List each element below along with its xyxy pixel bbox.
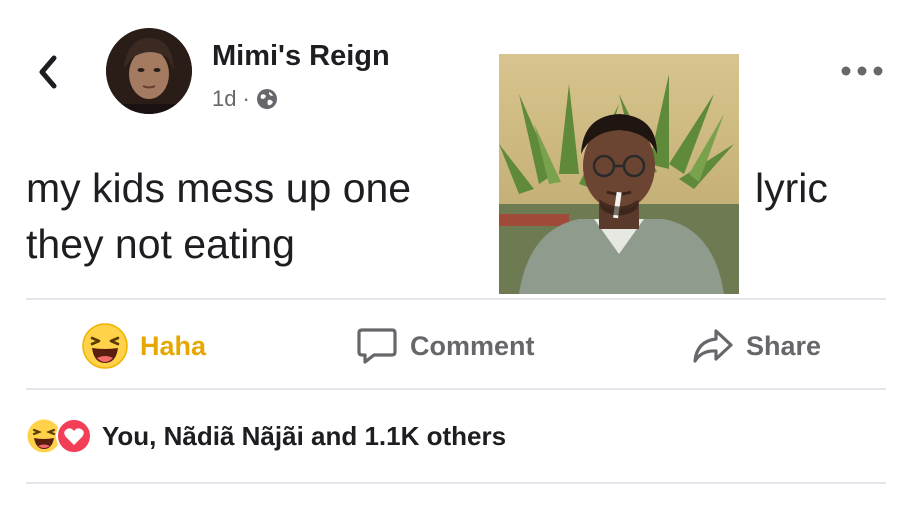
share-button[interactable]: Share — [692, 320, 821, 372]
overlay-photo — [499, 54, 739, 294]
post-text-line1-tail: lyric — [755, 165, 828, 211]
post-text-line1: my kids mess up one — [26, 165, 412, 211]
meta-separator: · — [242, 86, 250, 111]
chevron-left-icon — [39, 55, 57, 89]
comment-button[interactable]: Comment — [356, 320, 535, 372]
share-label: Share — [746, 330, 822, 361]
reactions-row[interactable]: You, Nãdiã Nãjãi and 1.1K others — [26, 414, 506, 458]
share-icon — [693, 329, 733, 363]
comment-label: Comment — [410, 330, 535, 361]
back-button[interactable] — [28, 52, 68, 92]
divider-top — [26, 298, 886, 300]
post-text: my kids mess up one they not eating — [26, 160, 411, 272]
post-timestamp[interactable]: 1d — [212, 86, 236, 112]
comment-icon — [357, 328, 397, 364]
reaction-icons — [26, 418, 92, 454]
haha-button[interactable]: Haha — [82, 320, 206, 372]
post-page: Mimi's Reign 1d · my kids mess up one th… — [0, 0, 910, 519]
author-name[interactable]: Mimi's Reign — [212, 40, 390, 73]
post-text-line2: they not eating — [26, 221, 295, 267]
avatar[interactable] — [106, 28, 192, 114]
divider-bottom — [26, 482, 886, 484]
divider-middle — [26, 388, 886, 390]
haha-emoji-icon — [82, 323, 128, 369]
globe-icon — [256, 89, 277, 109]
more-options-button[interactable] — [836, 56, 888, 86]
love-reaction-icon — [56, 418, 92, 454]
more-options-icon — [841, 66, 883, 76]
post-meta: 1d · — [212, 86, 278, 112]
photo-image — [499, 54, 739, 294]
haha-label: Haha — [140, 330, 207, 361]
reaction-summary[interactable]: You, Nãdiã Nãjãi and 1.1K others — [102, 421, 506, 452]
avatar-image — [106, 28, 192, 114]
